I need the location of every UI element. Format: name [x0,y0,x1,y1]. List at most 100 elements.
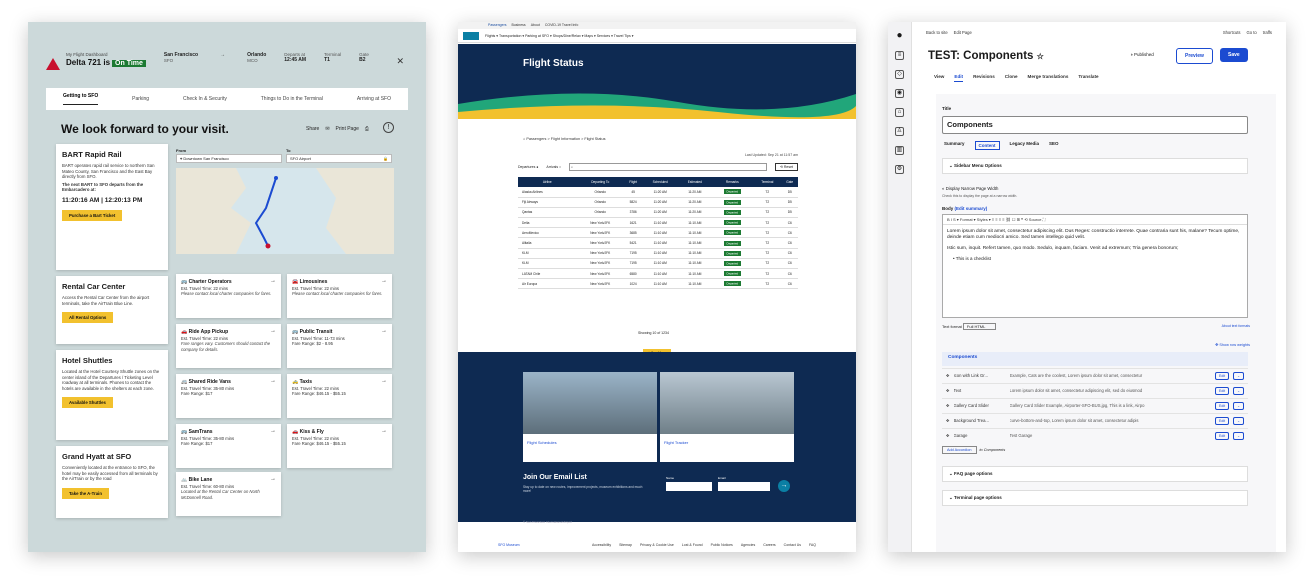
checklist-item[interactable]: • This is a checklist [943,252,1247,265]
published-toggle[interactable]: ◑ Published [1130,52,1154,57]
shortcuts-link[interactable]: Shortcuts [1223,30,1241,35]
footer-accessibility[interactable]: Accessibility [592,543,611,547]
print-button[interactable]: Print Page [336,126,359,132]
drupal-logo-icon[interactable]: ● [895,31,904,41]
from-field[interactable]: ⌖ Downtown San Francisco [176,154,282,163]
footer-contact[interactable]: Contact Us [784,543,801,547]
arrivals-radio[interactable]: Arrivals ○ [546,165,561,169]
print-icon[interactable]: ⎙ [365,126,369,132]
table-row[interactable]: AeroMexico New York/JFK 3685 11:10 AM 11:10 … [518,227,798,239]
transport-card[interactable]: 🚲 Bike Lane → Est. Travel Time: 60-80 mins… [176,472,281,516]
footer-faq[interactable]: FAQ [809,543,816,547]
map-image[interactable] [176,168,394,254]
sidebar-menu-accordion[interactable]: ⌄ Sidebar Menu Options [942,158,1248,174]
add-accordion-button[interactable]: Add Accordion [942,446,977,454]
mail-icon[interactable]: ✉ [325,126,329,132]
subtab-legacy-media[interactable]: Legacy Media [1010,141,1040,150]
edit-summary-link[interactable]: (Edit summary) [955,206,988,211]
transport-card[interactable]: 🚌 Public Transit → Est. Travel Time: 11-73… [287,324,392,368]
edit-button[interactable]: Edit [1215,371,1230,380]
transport-card[interactable]: 🚌 Charter Operators → Est. Travel Time: 22… [176,274,281,318]
component-row[interactable]: ✥ Background Trea... curve-bottom-and-top,… [942,413,1248,427]
nav-menu[interactable]: Flights ▾ Transportation ▾ Parking at SF… [485,34,633,38]
chevron-down-icon[interactable]: ⌄ [1233,416,1244,425]
tab-merge[interactable]: Merge translations [1028,74,1069,82]
table-row[interactable]: KLM New York/JFK 7195 11:10 AM 11:10 AM Depar… [518,258,798,270]
tab-revisions[interactable]: Revisions [973,74,995,82]
content-icon[interactable]: ≡ [895,51,904,60]
terminal-accordion[interactable]: ⌄ Terminal page options [942,490,1248,506]
drag-handle-icon[interactable]: ✥ [946,418,950,423]
goto-link[interactable]: Go to [1247,30,1257,35]
tab-arriving[interactable]: Arriving at SFO [357,96,391,102]
back-to-site-link[interactable]: Back to site [926,30,948,35]
structure-icon[interactable]: ◇ [895,70,904,79]
chevron-down-icon[interactable]: ⌄ [1233,431,1244,440]
user-link[interactable]: traffs [1263,30,1272,35]
chevron-down-icon[interactable]: ⌄ [1233,371,1244,380]
chevron-down-icon[interactable]: ⌄ [1233,401,1244,410]
share-button[interactable]: Share [306,126,319,132]
shuttles-button[interactable]: Available Shuttles [62,397,113,409]
drag-handle-icon[interactable]: ✥ [946,433,950,438]
table-row[interactable]: Qantas Orlando 3786 11:20 AM 11:20 AM Departe… [518,207,798,219]
footer-agencies[interactable]: Agencies [741,543,755,547]
tab-check-in[interactable]: Check In & Security [183,96,227,102]
flight-search-input[interactable]: ⌕ [569,163,767,171]
footer-privacy[interactable]: Privacy & Cookie Use [640,543,674,547]
col-departing[interactable]: Departing To [576,177,624,187]
email-input[interactable] [718,482,770,491]
component-row[interactable]: ✥ Icon with Link Gr... Example, Cats are t… [942,368,1248,382]
col-scheduled[interactable]: Scheduled [642,177,679,187]
table-row[interactable]: Delta New York/JFK 1621 11:10 AM 11:10 AM Dep… [518,217,798,229]
title-input[interactable]: Components [942,116,1248,134]
col-gate[interactable]: Gate [781,177,798,187]
tab-edit[interactable]: Edit [954,74,964,82]
footer-careers[interactable]: Careers [763,543,775,547]
transport-card[interactable]: 🚘 Limousines → Est. Travel Time: 22 mins Pl… [287,274,392,318]
footer-public-notices[interactable]: Public Notices [711,543,733,547]
config-icon[interactable]: ⚙ [895,165,904,174]
col-remarks[interactable]: Remarks [711,177,754,187]
editor-toolbar-icons[interactable]: B I S ▾ Format ▾ Styles ▾ ≡ ≡ ≡ ≡ ⛓ ☐ ⊞ … [943,215,1247,225]
col-terminal[interactable]: Terminal [753,177,782,187]
departures-radio[interactable]: Departures ● [518,165,538,169]
subtab-content[interactable]: Content [974,141,1000,150]
star-icon[interactable]: ☆ [1037,52,1044,61]
tab-getting-to-sfo[interactable]: Getting to SFO [62,93,99,105]
edit-button[interactable]: Edit [1215,386,1230,395]
people-icon[interactable]: ♙ [895,127,904,136]
name-input[interactable] [666,482,712,491]
text-format-select[interactable]: Full HTML [962,323,997,330]
component-row[interactable]: ✥ Gallery Card Slider Gallery Card Slider … [942,398,1248,412]
table-row[interactable]: Fiji Airways Orlando 5824 11:20 AM 11:20 AM D… [518,197,798,208]
tab-view[interactable]: View [934,74,944,82]
extend-icon[interactable]: ⌂ [895,108,904,117]
footer-lost-found[interactable]: Lost & Found [682,543,703,547]
preview-button[interactable]: Preview [1176,48,1213,64]
reports-icon[interactable]: ▥ [895,146,904,155]
nav-business[interactable]: Business [511,23,525,28]
table-row[interactable]: Air Europa New York/JFK 1024 11:10 AM 11:10 … [518,278,798,290]
body-paragraph-1[interactable]: Lorem ipsum dolor sit amet, consectetur … [943,225,1247,246]
subtab-summary[interactable]: Summary [944,141,965,150]
subtab-seo[interactable]: SEO [1049,141,1059,150]
edit-button[interactable]: Edit [1215,416,1230,425]
faq-accordion[interactable]: ⌄ FAQ page options [942,466,1248,482]
body-editor[interactable]: B I S ▾ Format ▾ Styles ▾ ≡ ≡ ≡ ≡ ⛓ ☐ ⊞ … [942,214,1248,318]
footer-sfo-museum[interactable]: SFO Museum [498,543,520,547]
rental-options-button[interactable]: All Rental Options [62,312,114,324]
flight-schedules-card[interactable]: Flight Schedules [523,372,657,462]
table-row[interactable]: Alaska Airlines Orlando 45 11:20 AM 11:20 AM… [518,187,798,198]
appearance-icon[interactable]: ◉ [895,89,904,98]
save-button[interactable]: Save [1220,48,1248,62]
show-weights-link[interactable]: ✥ Show row weights [1215,342,1250,347]
drag-handle-icon[interactable]: ✥ [946,403,950,408]
table-row[interactable]: LATAM Chile New York/JFK 6580 11:10 AM 11:10… [518,268,798,280]
transport-card[interactable]: 🚐 Shared Ride Vans → Est. Travel Time: 35-… [176,374,281,418]
tab-clone[interactable]: Clone [1005,74,1018,82]
alert-icon[interactable]: ! [383,122,394,133]
edit-button[interactable]: Edit [1215,401,1230,410]
component-row[interactable]: ✥ Garage Test Garage Edit ⌄ [942,428,1248,442]
edit-button[interactable]: Edit [1215,431,1230,440]
